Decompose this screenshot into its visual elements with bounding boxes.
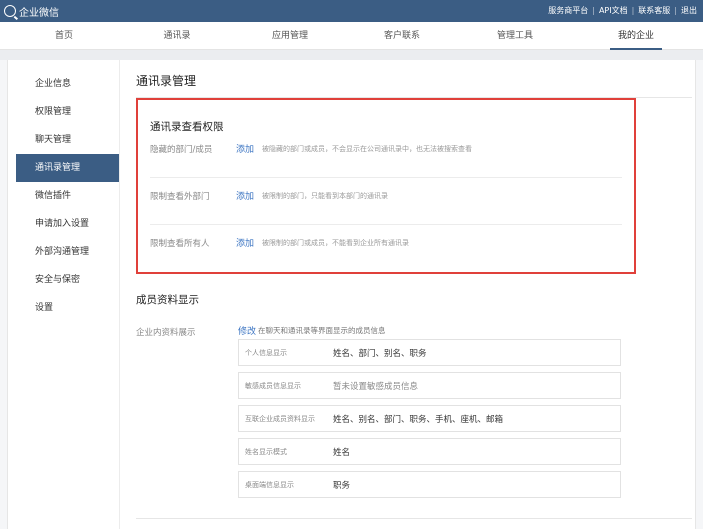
info-key: 个人信息显示 — [245, 349, 287, 357]
sidebar-item-settings[interactable]: 设置 — [16, 294, 119, 322]
info-key: 敏感成员信息显示 — [245, 382, 301, 390]
main-nav: 首页 通讯录 应用管理 客户联系 管理工具 我的企业 — [0, 22, 703, 50]
info-box-personal: 个人信息显示 姓名、部门、别名、职务 — [238, 339, 621, 366]
permission-label: 限制查看所有人 — [150, 239, 210, 249]
add-hidden-button[interactable]: 添加 — [236, 142, 254, 155]
permission-label: 隐藏的部门/成员 — [150, 145, 213, 155]
tab-management-tools[interactable]: 管理工具 — [475, 22, 555, 50]
permission-description: 被限制的部门或成员，不能看到企业所有通讯录 — [262, 239, 409, 247]
permission-description: 被限制的部门，只能看到本部门的通讯录 — [262, 192, 388, 200]
sidebar-item-enterprise-info[interactable]: 企业信息 — [16, 70, 119, 98]
app-title: 企业微信 — [19, 7, 59, 19]
info-value: 姓名 — [333, 448, 351, 458]
info-key: 姓名显示模式 — [245, 448, 287, 456]
top-links: 服务商平台 | API文档 | 联系客服 | 退出 — [548, 5, 697, 16]
permission-row-external-departments: 限制查看外部门 添加 被限制的部门，只能看到本部门的通讯录 — [150, 178, 622, 225]
info-box-linked-enterprise: 互联企业成员资料显示 姓名、别名、部门、职务、手机、座机、邮箱 — [238, 405, 621, 432]
bottom-divider — [136, 518, 692, 519]
link-api-docs[interactable]: API文档 — [599, 5, 628, 16]
top-bar: 企业微信 服务商平台 | API文档 | 联系客服 | 退出 — [0, 0, 703, 22]
info-box-name-mode: 姓名显示模式 姓名 — [238, 438, 621, 465]
info-value: 姓名、别名、部门、职务、手机、座机、邮箱 — [333, 415, 504, 425]
main-content: 通讯录管理 通讯录查看权限 隐藏的部门/成员 添加 被隐藏的部门或成员，不会显示… — [120, 60, 703, 529]
info-box-desktop: 桌面端信息显示 职务 — [238, 471, 621, 498]
permission-label: 限制查看外部门 — [150, 192, 210, 202]
page-body: 企业信息 权限管理 聊天管理 通讯录管理 微信插件 申请加入设置 外部沟通管理 … — [0, 60, 703, 529]
tab-contacts[interactable]: 通讯录 — [137, 22, 217, 50]
tab-app-management[interactable]: 应用管理 — [250, 22, 330, 50]
add-restricted-member-button[interactable]: 添加 — [236, 236, 254, 249]
info-value: 暂未设置敏感成员信息 — [333, 382, 419, 392]
sidebar-item-permissions[interactable]: 权限管理 — [16, 98, 119, 126]
sidebar-item-security[interactable]: 安全与保密 — [16, 266, 119, 294]
sidebar-item-external-communication[interactable]: 外部沟通管理 — [16, 238, 119, 266]
link-service-platform[interactable]: 服务商平台 — [548, 5, 588, 16]
content-panel: 企业信息 权限管理 聊天管理 通讯录管理 微信插件 申请加入设置 外部沟通管理 … — [7, 60, 696, 529]
info-key: 桌面端信息显示 — [245, 481, 294, 489]
header-spacer — [0, 50, 703, 60]
info-box-sensitive: 敏感成员信息显示 暂未设置敏感成员信息 — [238, 372, 621, 399]
modify-description: 在聊天和通讯录等界面显示的成员信息 — [258, 326, 386, 335]
info-value: 姓名、部门、别名、职务 — [333, 349, 427, 359]
tab-home[interactable]: 首页 — [24, 22, 104, 50]
sidebar-item-join-settings[interactable]: 申请加入设置 — [16, 210, 119, 238]
app-logo[interactable]: 企业微信 — [4, 3, 59, 19]
sidebar-item-chat-management[interactable]: 聊天管理 — [16, 126, 119, 154]
page-title: 通讯录管理 — [136, 74, 197, 88]
wework-logo-icon — [4, 5, 16, 17]
link-logout[interactable]: 退出 — [681, 5, 697, 16]
link-contact-support[interactable]: 联系客服 — [638, 5, 670, 16]
sidebar-item-wechat-plugin[interactable]: 微信插件 — [16, 182, 119, 210]
info-key: 互联企业成员资料显示 — [245, 415, 315, 423]
tab-my-enterprise[interactable]: 我的企业 — [596, 22, 676, 50]
add-restricted-department-button[interactable]: 添加 — [236, 189, 254, 202]
view-permission-section: 通讯录查看权限 隐藏的部门/成员 添加 被隐藏的部门或成员，不会显示在公司通讯录… — [136, 98, 636, 274]
sidebar-item-contacts-management[interactable]: 通讯录管理 — [16, 154, 119, 182]
link-separator: | — [631, 6, 635, 15]
tab-customer-contact[interactable]: 客户联系 — [362, 22, 442, 50]
corp-profile-label: 企业内资料展示 — [136, 328, 196, 338]
info-value: 职务 — [333, 481, 351, 491]
member-display-title: 成员资料显示 — [136, 294, 199, 306]
sidebar: 企业信息 权限管理 聊天管理 通讯录管理 微信插件 申请加入设置 外部沟通管理 … — [16, 70, 119, 322]
permission-description: 被隐藏的部门或成员，不会显示在公司通讯录中，也无法被搜索查看 — [262, 145, 472, 153]
link-separator: | — [674, 6, 677, 15]
permission-row-hidden: 隐藏的部门/成员 添加 被隐藏的部门或成员，不会显示在公司通讯录中，也无法被搜索… — [150, 131, 622, 178]
permission-row-all-members: 限制查看所有人 添加 被限制的部门或成员，不能看到企业所有通讯录 — [150, 225, 622, 272]
modify-button[interactable]: 修改 — [238, 324, 256, 337]
link-separator: | — [592, 6, 595, 15]
